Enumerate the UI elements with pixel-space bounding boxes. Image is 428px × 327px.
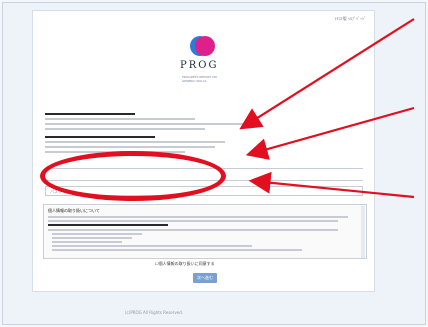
id-field-row [45, 159, 363, 169]
terms-heading: 個人情報の取り扱いについて [48, 208, 100, 213]
logo-text: PROG [180, 60, 219, 71]
terms-scrollbar[interactable] [361, 206, 365, 258]
agree-checkbox-label[interactable]: ☐個人情報の取り扱いに同意する [155, 261, 215, 267]
terms-box[interactable]: 個人情報の取り扱いについて [43, 204, 367, 259]
top-links[interactable]: ﾃｷｽﾄ版 ﾍﾙﾌﾟﾍﾟｰｼﾞ [335, 16, 366, 22]
logo-subtitle: PROGRESS REPORT ON GENERIC SKILLS [182, 75, 217, 83]
id-input[interactable] [45, 171, 363, 181]
password-input[interactable]: パスワード [45, 186, 363, 196]
prog-logo: PROG PROGRESS REPORT ON GENERIC SKILLS [180, 35, 228, 97]
footer-copyright: (c)PROG All Rights Reserved. [125, 310, 184, 315]
logo-mark-icon [190, 36, 215, 56]
submit-button[interactable]: 次へ進む [193, 273, 217, 283]
login-card: ﾃｷｽﾄ版 ﾍﾙﾌﾟﾍﾟｰｼﾞ PROG PROGRESS REPORT ON … [32, 10, 375, 292]
